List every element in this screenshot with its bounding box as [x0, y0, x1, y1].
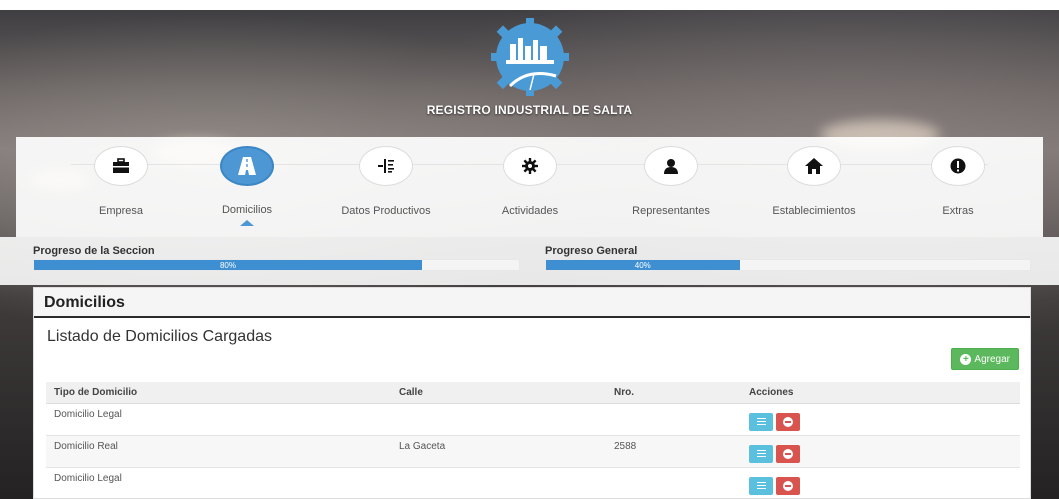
- section-progress-fill: 80%: [34, 260, 422, 270]
- list-icon: [756, 482, 766, 489]
- user-icon: [644, 146, 698, 186]
- table-row: Domicilio Legal: [46, 403, 1020, 436]
- general-progress-fill: 40%: [546, 260, 740, 270]
- list-icon: [756, 450, 766, 457]
- list-subtitle: Listado de Domicilios Cargadas: [47, 328, 272, 345]
- top-strip: [0, 0, 1059, 10]
- plus-circle-icon: +: [960, 353, 972, 365]
- cell-actions: [741, 403, 1020, 436]
- column-header: Tipo de Domicilio: [46, 382, 391, 404]
- cell-calle: [391, 467, 606, 499]
- step-label: Empresa: [98, 205, 144, 217]
- cell-tipo: Domicilio Real: [46, 435, 391, 468]
- cell-nro: [606, 403, 741, 436]
- step-label: Domicilios: [221, 204, 273, 216]
- wizard-steps: Empresa Domicilios Datos Productivos Act…: [16, 137, 1043, 237]
- delete-button[interactable]: [776, 412, 800, 431]
- cell-calle: La Gaceta: [391, 435, 606, 468]
- list-icon: [756, 418, 766, 425]
- section-progress-label: Progreso de la Seccion: [33, 245, 155, 257]
- cell-actions: [741, 467, 1020, 499]
- view-button[interactable]: [749, 476, 773, 495]
- step-label: Establecimientos: [772, 205, 856, 217]
- step-representantes[interactable]: Representantes: [606, 146, 736, 217]
- step-label: Datos Productivos: [341, 205, 431, 217]
- progress-section: Progreso de la Seccion 80% Progreso Gene…: [0, 237, 1059, 285]
- delete-button[interactable]: [776, 476, 800, 495]
- briefcase-icon: [94, 146, 148, 186]
- minus-circle-icon: [783, 416, 793, 427]
- cell-calle: [391, 403, 606, 436]
- step-extras[interactable]: Extras: [893, 146, 1023, 217]
- active-step-caret: [240, 220, 254, 226]
- view-button[interactable]: [749, 444, 773, 463]
- exclamation-icon: [931, 146, 985, 186]
- brand-title: REGISTRO INDUSTRIAL DE SALTA: [426, 103, 633, 117]
- indent-icon: [359, 146, 413, 186]
- step-label: Extras: [942, 205, 974, 217]
- road-icon: [220, 146, 274, 186]
- table-row: Domicilio Real La Gaceta 2588: [46, 435, 1020, 468]
- panel-title: Domicilios: [34, 288, 1030, 318]
- step-actividades[interactable]: Actividades: [465, 146, 595, 217]
- step-label: Actividades: [501, 205, 559, 217]
- minus-circle-icon: [783, 480, 793, 491]
- add-button-label: Agregar: [974, 353, 1010, 365]
- view-button[interactable]: [749, 412, 773, 431]
- industrial-gear-logo: [480, 16, 580, 98]
- cell-actions: [741, 435, 1020, 468]
- domicilios-table: Tipo de Domicilio Calle Nro. Acciones Do…: [46, 382, 1020, 499]
- cell-nro: [606, 467, 741, 499]
- column-header: Calle: [391, 382, 606, 404]
- minus-circle-icon: [783, 448, 793, 459]
- delete-button[interactable]: [776, 444, 800, 463]
- column-header: Acciones: [741, 382, 1020, 404]
- cell-tipo: Domicilio Legal: [46, 467, 391, 499]
- step-label: Representantes: [632, 205, 710, 217]
- general-progress-bar: 40%: [545, 259, 1031, 271]
- step-datos-productivos[interactable]: Datos Productivos: [321, 146, 451, 217]
- gear-icon: [503, 146, 557, 186]
- domicilios-panel: Domicilios Listado de Domicilios Cargada…: [33, 287, 1031, 499]
- table-header-row: Tipo de Domicilio Calle Nro. Acciones: [46, 382, 1020, 404]
- step-domicilios[interactable]: Domicilios: [182, 146, 312, 226]
- step-establecimientos[interactable]: Establecimientos: [749, 146, 879, 217]
- section-progress-bar: 80%: [33, 259, 520, 271]
- cell-nro: 2588: [606, 435, 741, 468]
- home-icon: [787, 146, 841, 186]
- table-row: Domicilio Legal: [46, 467, 1020, 499]
- cell-tipo: Domicilio Legal: [46, 403, 391, 436]
- add-button[interactable]: + Agregar: [951, 348, 1019, 370]
- general-progress-label: Progreso General: [545, 245, 638, 257]
- column-header: Nro.: [606, 382, 741, 404]
- step-empresa[interactable]: Empresa: [56, 146, 186, 217]
